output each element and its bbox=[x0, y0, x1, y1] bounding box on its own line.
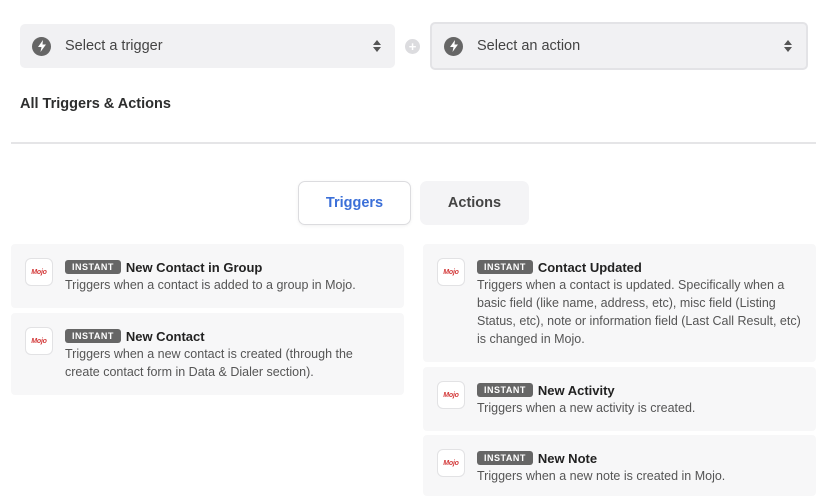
action-select[interactable]: Select an action bbox=[430, 22, 808, 70]
mojo-logo: Mojo bbox=[437, 449, 465, 477]
lightning-icon bbox=[444, 36, 463, 56]
tab-triggers[interactable]: Triggers bbox=[298, 181, 411, 225]
trigger-description: Triggers when a contact is added to a gr… bbox=[65, 278, 356, 292]
trigger-card-contact-updated[interactable]: Mojo INSTANT Contact Updated Triggers wh… bbox=[423, 244, 816, 362]
instant-badge: INSTANT bbox=[477, 383, 533, 397]
tab-actions[interactable]: Actions bbox=[420, 181, 529, 225]
trigger-name: New Note bbox=[537, 450, 598, 466]
trigger-description: Triggers when a new contact is created (… bbox=[65, 347, 353, 379]
trigger-card-new-note[interactable]: Mojo INSTANT New Note Triggers when a ne… bbox=[423, 435, 816, 496]
instant-badge: INSTANT bbox=[477, 451, 533, 465]
trigger-name: New Contact in Group bbox=[125, 259, 263, 275]
lightning-icon bbox=[32, 36, 51, 56]
mojo-logo: Mojo bbox=[25, 258, 53, 286]
plus-icon: + bbox=[405, 39, 420, 54]
instant-badge: INSTANT bbox=[65, 260, 121, 274]
trigger-name: New Activity bbox=[537, 382, 615, 398]
sort-arrows-icon bbox=[784, 40, 792, 52]
instant-badge: INSTANT bbox=[65, 329, 121, 343]
sort-arrows-icon bbox=[373, 40, 381, 52]
instant-badge: INSTANT bbox=[477, 260, 533, 274]
trigger-name: New Contact bbox=[125, 328, 205, 344]
trigger-card-new-activity[interactable]: Mojo INSTANT New Activity Triggers when … bbox=[423, 367, 816, 431]
trigger-card-new-contact[interactable]: Mojo INSTANT New Contact Triggers when a… bbox=[11, 313, 404, 395]
trigger-description: Triggers when a contact is updated. Spec… bbox=[477, 278, 801, 346]
action-select-placeholder: Select an action bbox=[477, 38, 581, 54]
mojo-logo: Mojo bbox=[437, 381, 465, 409]
trigger-description: Triggers when a new note is created in M… bbox=[477, 469, 726, 483]
mojo-logo: Mojo bbox=[437, 258, 465, 286]
trigger-select[interactable]: Select a trigger bbox=[20, 24, 395, 68]
trigger-name: Contact Updated bbox=[537, 259, 642, 275]
section-title: All Triggers & Actions bbox=[20, 96, 171, 112]
trigger-select-placeholder: Select a trigger bbox=[65, 38, 163, 54]
trigger-description: Triggers when a new activity is created. bbox=[477, 401, 696, 415]
divider bbox=[11, 142, 816, 144]
mojo-logo: Mojo bbox=[25, 327, 53, 355]
trigger-card-new-contact-in-group[interactable]: Mojo INSTANT New Contact in Group Trigge… bbox=[11, 244, 404, 308]
